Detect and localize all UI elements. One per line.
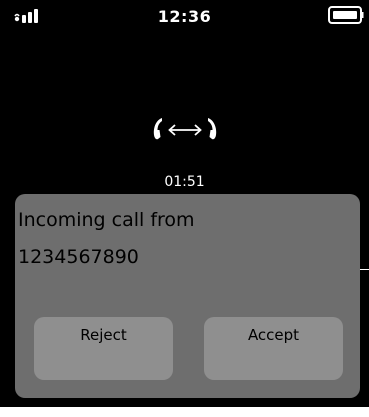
divider-line [360, 269, 369, 270]
caller-number: 1234567890 [18, 246, 139, 268]
phone-screen: 12:36 01:51 Incoming call from 123456789… [0, 0, 369, 417]
battery-icon [328, 6, 364, 24]
call-transfer-icon [153, 118, 217, 140]
accept-button[interactable]: Accept [204, 317, 343, 380]
display: 12:36 01:51 Incoming call from 123456789… [0, 0, 369, 407]
dialog-title: Incoming call from [18, 209, 195, 231]
status-time: 12:36 [157, 7, 212, 26]
call-duration: 01:51 [164, 174, 205, 190]
reject-button[interactable]: Reject [34, 317, 173, 380]
